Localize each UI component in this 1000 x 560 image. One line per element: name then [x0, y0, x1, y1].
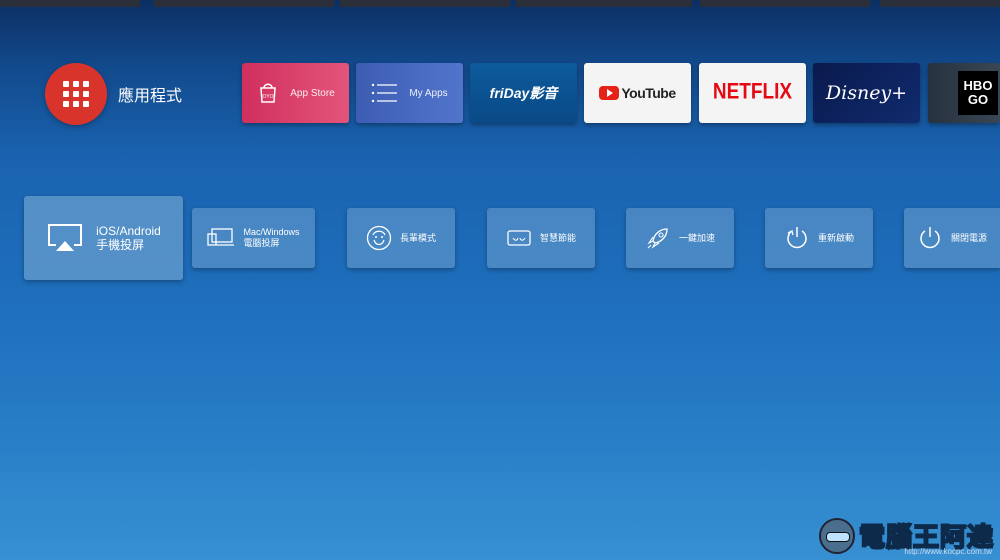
- hbo-go-logo-line2: GO: [967, 92, 989, 107]
- energy-eye-icon: [507, 230, 531, 246]
- pc-cast-button[interactable]: Mac/Windows 電腦投屏: [192, 208, 315, 268]
- apps-launcher-button[interactable]: 應用程式: [45, 63, 182, 125]
- my-apps-label: My Apps: [409, 87, 448, 99]
- rocket-icon: [647, 228, 668, 249]
- thumbnail: [0, 0, 140, 7]
- youtube-logo: YouTube: [621, 85, 676, 101]
- restart-button[interactable]: 重新啟動: [765, 208, 873, 268]
- mobile-cast-button[interactable]: iOS/Android 手機投屏: [24, 196, 183, 280]
- list-icon: [372, 83, 398, 103]
- watermark-url: http://www.kocpc.com.tw: [904, 547, 992, 556]
- friday-logo: friDay影音: [489, 85, 558, 101]
- netflix-logo: NETFLIX: [712, 80, 793, 105]
- pc-cast-label-line1: Mac/Windows: [243, 227, 300, 237]
- youtube-play-icon: [599, 86, 620, 100]
- thumbnail: [516, 0, 692, 7]
- one-key-boost-label: 一鍵加速: [678, 232, 715, 243]
- power-off-label: 關閉電源: [950, 232, 987, 243]
- thumbnail: [340, 0, 510, 7]
- friday-tile[interactable]: friDay影音: [470, 63, 577, 123]
- apps-launcher-label: 應用程式: [118, 86, 183, 105]
- apps-grid-icon: [45, 63, 107, 125]
- netflix-tile[interactable]: NETFLIX: [699, 63, 806, 123]
- mascot-icon: [818, 517, 855, 554]
- disney-plus-tile[interactable]: Disney+: [813, 63, 920, 123]
- shopping-bag-icon: OYO: [260, 83, 277, 103]
- restart-label: 重新啟動: [817, 232, 854, 243]
- smart-energy-label: 智慧節能: [539, 232, 576, 243]
- elderly-mode-label: 長輩模式: [399, 232, 436, 243]
- elder-face-icon: [366, 225, 392, 251]
- youtube-tile[interactable]: YouTube: [584, 63, 691, 123]
- disney-plus-logo: Disney+: [825, 82, 908, 104]
- airplay-icon: [48, 224, 83, 251]
- laptop-cast-icon: [207, 228, 235, 246]
- pc-cast-label-line2: 電腦投屏: [243, 238, 280, 248]
- power-off-button[interactable]: 關閉電源: [904, 208, 1000, 268]
- my-apps-tile[interactable]: My Apps: [356, 63, 463, 123]
- app-store-tile[interactable]: OYO App Store: [242, 63, 349, 123]
- hbo-go-logo-line1: HBO: [963, 78, 993, 93]
- mobile-cast-label-line1: iOS/Android: [96, 224, 161, 238]
- smart-energy-button[interactable]: 智慧節能: [487, 208, 595, 268]
- watermark: 電腦王阿達 http://www.kocpc.com.tw: [818, 517, 994, 556]
- thumbnail: [880, 0, 1000, 7]
- thumbnail: [700, 0, 870, 7]
- top-thumbnail-strip: [0, 0, 1000, 8]
- mobile-cast-label-line2: 手機投屏: [96, 238, 145, 252]
- thumbnail: [154, 0, 334, 7]
- app-store-label: App Store: [290, 87, 335, 99]
- power-icon: [920, 227, 940, 249]
- hbo-go-logo: HBO GO: [958, 71, 998, 115]
- one-key-boost-button[interactable]: 一鍵加速: [626, 208, 734, 268]
- app-store-logo-text: OYO: [263, 94, 274, 100]
- restart-icon: [787, 227, 807, 249]
- elderly-mode-button[interactable]: 長輩模式: [347, 208, 455, 268]
- hbo-go-tile[interactable]: HBO GO: [928, 63, 1000, 123]
